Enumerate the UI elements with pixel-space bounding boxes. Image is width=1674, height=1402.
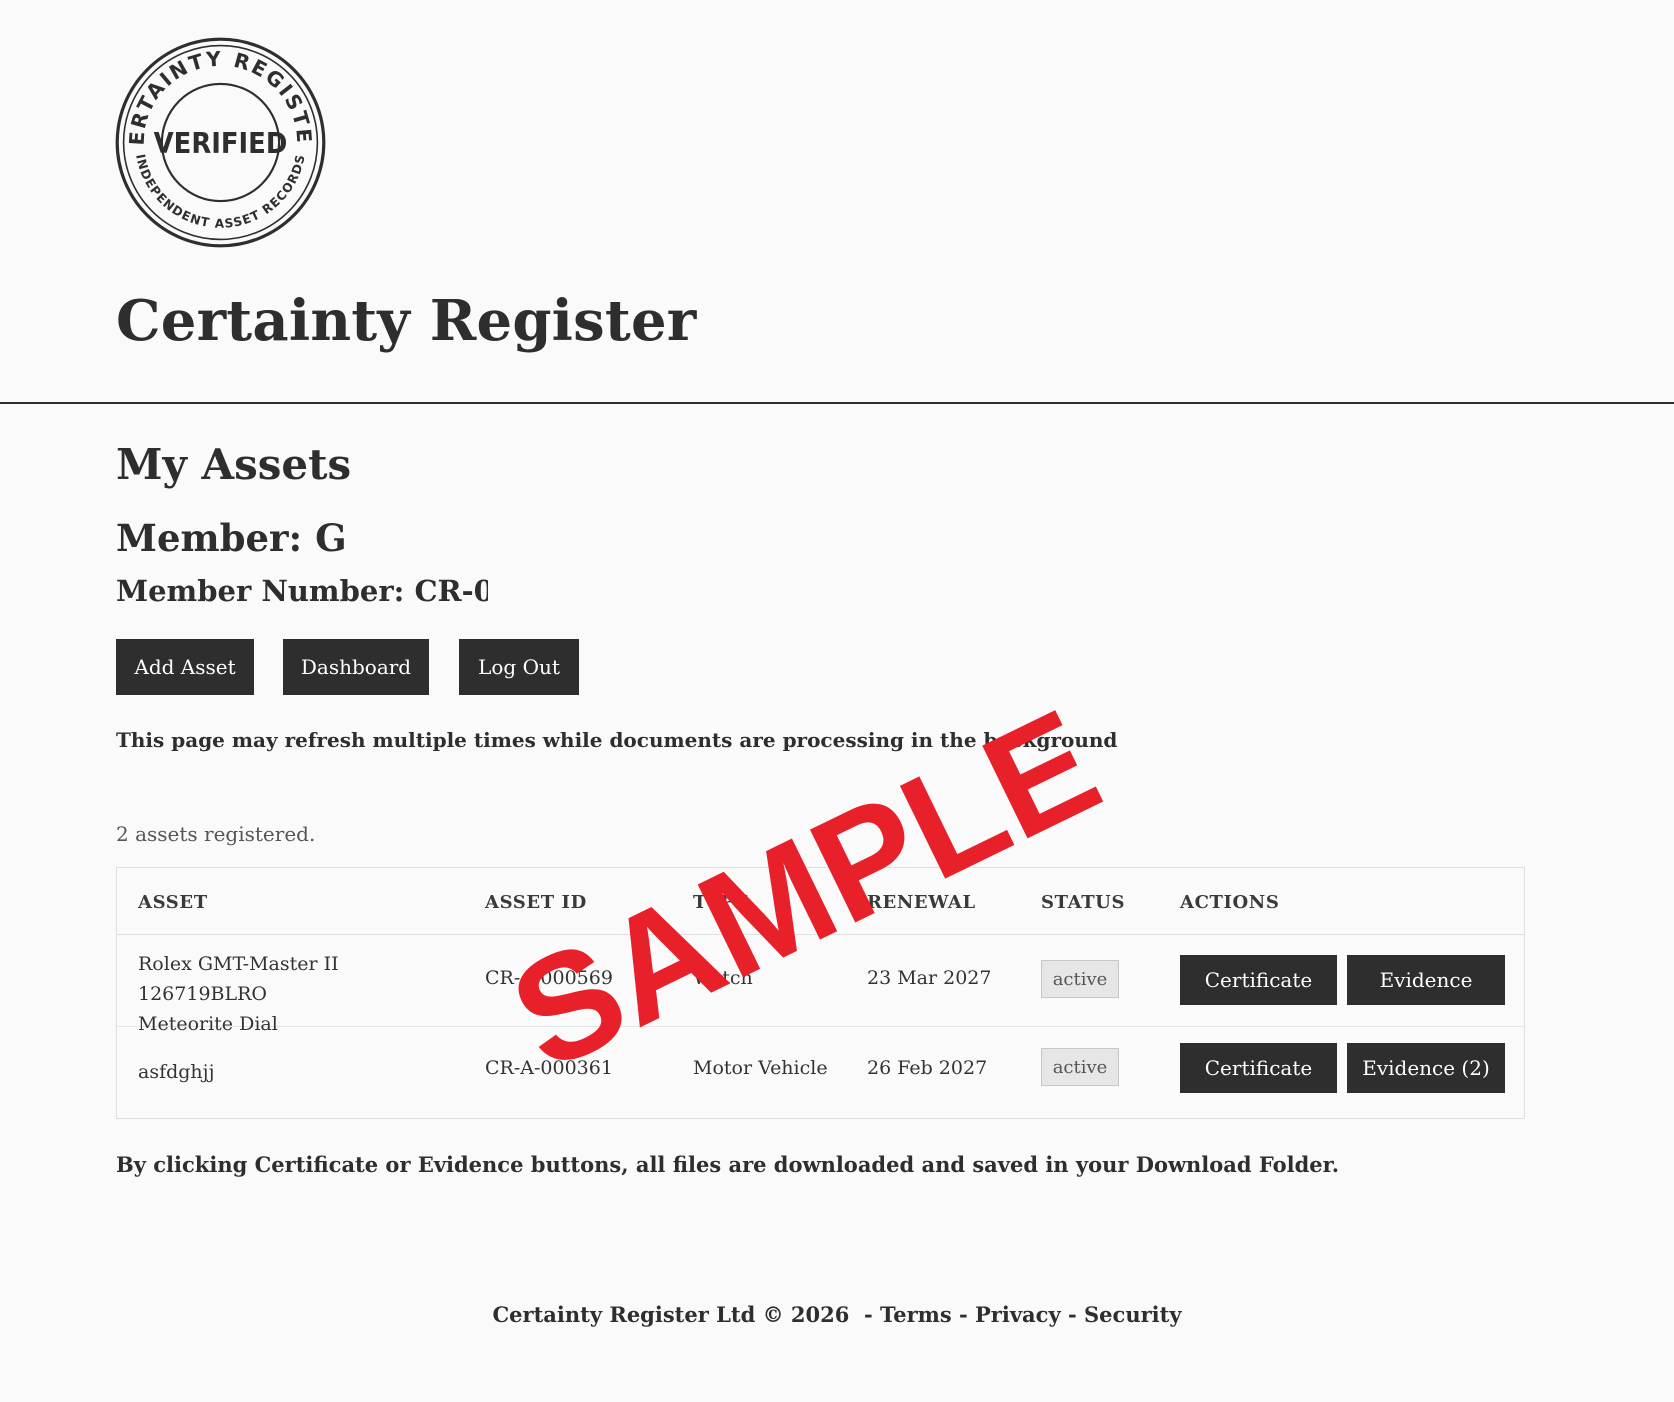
footer-security-link[interactable]: Security <box>1084 1302 1182 1327</box>
svg-text:VERIFIED: VERIFIED <box>154 126 288 160</box>
asset-type-cell: Watch <box>693 967 753 989</box>
svg-text:INDEPENDENT ASSET RECORDS: INDEPENDENT ASSET RECORDS <box>133 153 308 231</box>
footer-terms-link[interactable]: Terms <box>880 1302 952 1327</box>
member-name: Member: G <box>116 516 347 560</box>
table-row: asfdghjj CR-A-000361 Motor Vehicle 26 Fe… <box>117 1026 1524 1118</box>
renewal-cell: 23 Mar 2027 <box>867 967 992 989</box>
footer-privacy-link[interactable]: Privacy <box>975 1302 1061 1327</box>
evidence-button[interactable]: Evidence <box>1347 955 1505 1005</box>
column-header-asset-id: ASSET ID <box>485 892 587 913</box>
column-header-actions: ACTIONS <box>1180 892 1280 913</box>
page-title: My Assets <box>116 440 352 489</box>
status-badge: active <box>1041 960 1119 998</box>
asset-count: 2 assets registered. <box>116 822 316 846</box>
column-header-status: STATUS <box>1041 892 1126 913</box>
member-number-label: Member Number: <box>116 574 405 608</box>
status-badge: active <box>1041 1048 1119 1086</box>
footer-copyright: Certainty Register Ltd © 2026 <box>492 1302 850 1327</box>
table-row: Rolex GMT-Master II 126719BLRO Meteorite… <box>117 934 1524 1035</box>
dashboard-button[interactable]: Dashboard <box>283 639 429 695</box>
column-header-type: TYPE <box>693 892 749 913</box>
site-title: Certainty Register <box>116 288 697 354</box>
asset-id-cell: CR-A-000361 <box>485 1057 613 1079</box>
verified-seal-logo: CERTAINTY REGISTER INDEPENDENT ASSET REC… <box>114 36 326 248</box>
member-number-value: CR-0 <box>414 574 489 608</box>
asset-name-cell: asfdghjj <box>138 1061 215 1083</box>
column-header-asset: ASSET <box>138 892 208 913</box>
asset-id-cell: CR-A-000569 <box>485 967 613 989</box>
log-out-button[interactable]: Log Out <box>459 639 579 695</box>
renewal-cell: 26 Feb 2027 <box>867 1057 988 1079</box>
header-divider <box>0 402 1674 404</box>
member-number: Member Number: CR-0 <box>116 574 488 608</box>
certificate-button[interactable]: Certificate <box>1180 955 1337 1005</box>
refresh-notice: This page may refresh multiple times whi… <box>116 728 1118 752</box>
evidence-button[interactable]: Evidence (2) <box>1347 1043 1505 1093</box>
site-header: CERTAINTY REGISTER INDEPENDENT ASSET REC… <box>0 0 1674 402</box>
asset-type-cell: Motor Vehicle <box>693 1057 828 1079</box>
member-value: G <box>315 516 347 560</box>
footer: Certainty Register Ltd © 2026 - Terms - … <box>492 1302 1182 1327</box>
member-label: Member: <box>116 516 303 560</box>
add-asset-button[interactable]: Add Asset <box>116 639 254 695</box>
certificate-button[interactable]: Certificate <box>1180 1043 1337 1093</box>
table-header: ASSET ASSET ID TYPE RENEWAL STATUS ACTIO… <box>117 868 1524 935</box>
assets-table: ASSET ASSET ID TYPE RENEWAL STATUS ACTIO… <box>116 867 1525 1119</box>
column-header-renewal: RENEWAL <box>867 892 976 913</box>
download-note: By clicking Certificate or Evidence butt… <box>116 1152 1340 1177</box>
